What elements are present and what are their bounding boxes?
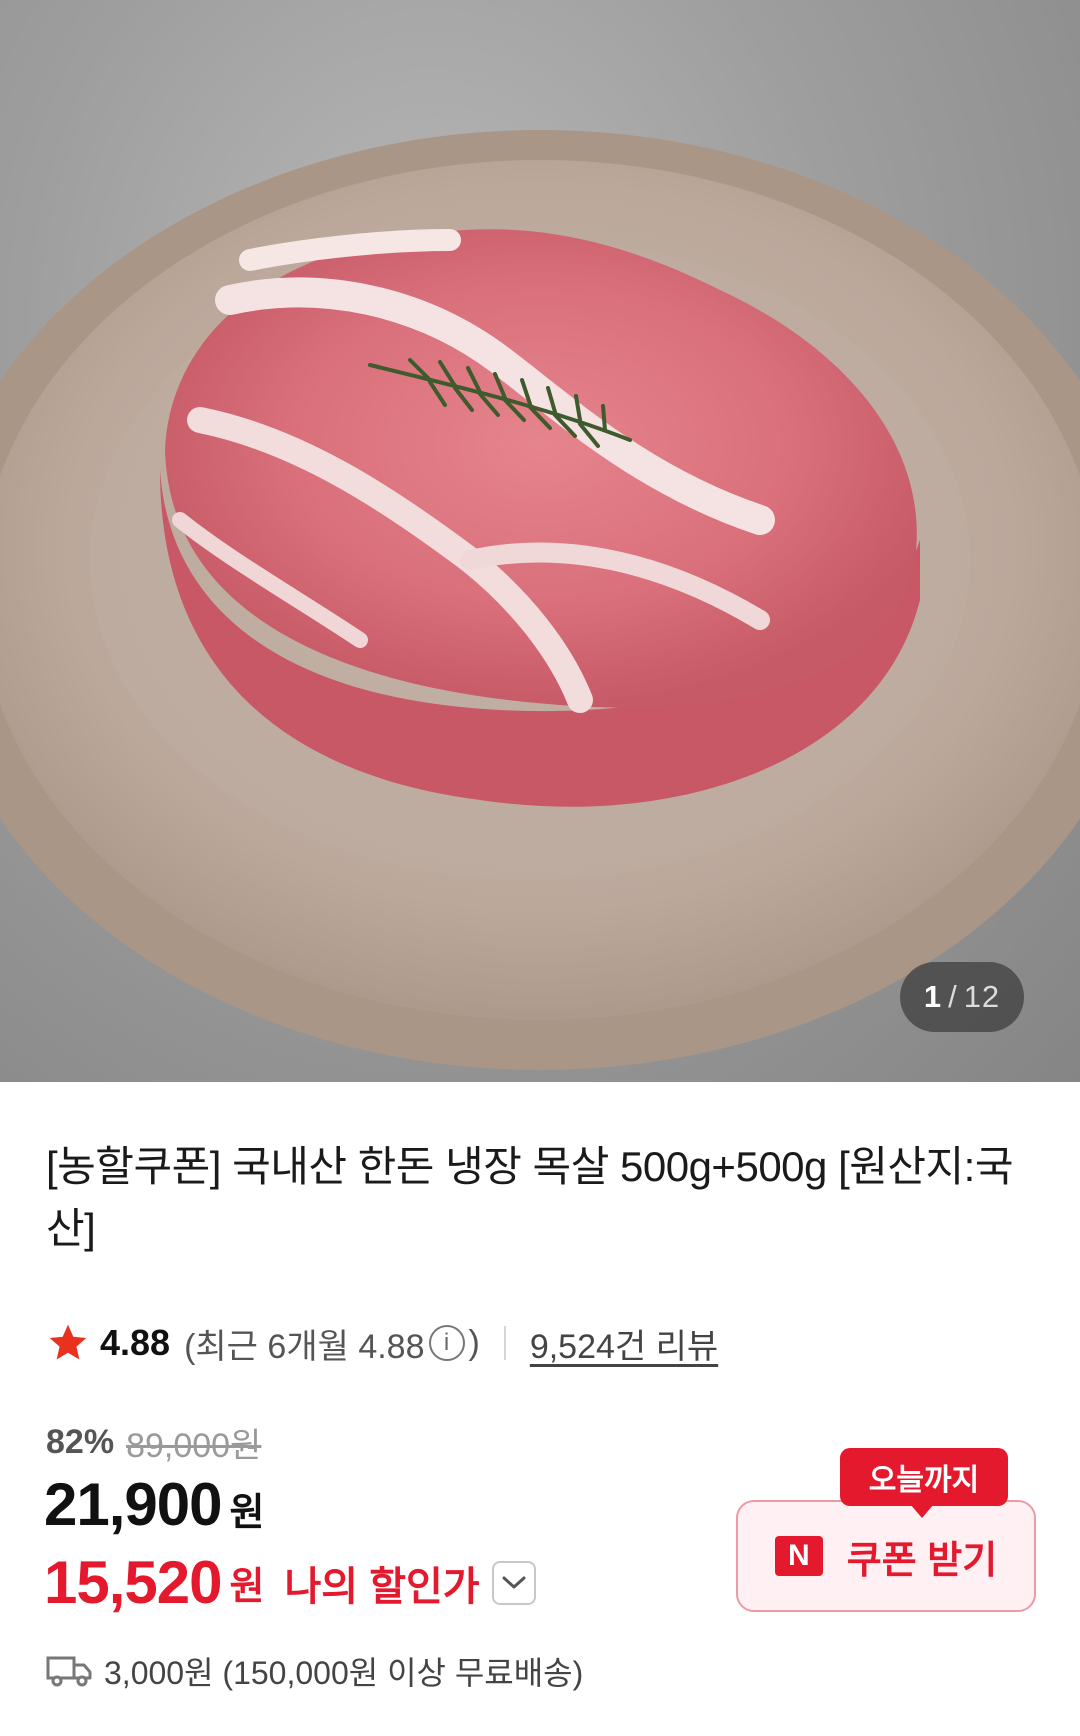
sale-price: 21,900 — [44, 1471, 223, 1538]
image-counter: 1 / 12 — [900, 962, 1024, 1032]
sale-price-row: 21,900 원 — [44, 1470, 264, 1539]
my-discount-currency: 원 — [229, 1566, 265, 1608]
image-counter-total: 12 — [963, 979, 1001, 1014]
review-count-link[interactable]: 9,524건 리뷰 — [530, 1319, 718, 1368]
rating-row: 4.88 (최근 6개월 4.88 i ) 9,524건 리뷰 — [46, 1318, 718, 1368]
sale-price-currency: 원 — [229, 1492, 265, 1534]
original-price: 89,000원 — [126, 1427, 262, 1465]
product-image[interactable]: 1 / 12 — [0, 0, 1080, 1082]
my-discount-label: 나의 할인가 — [284, 1564, 480, 1609]
product-photo — [0, 130, 1080, 1070]
coupon-deadline-badge: 오늘까지 — [840, 1448, 1008, 1518]
product-title: [농할쿠폰] 국내산 한돈 냉장 목살 500g+500g [원산지:국산] — [46, 1143, 1013, 1252]
shipping-text: 3,000원 (150,000원 이상 무료배송) — [104, 1655, 584, 1691]
info-icon[interactable]: i — [428, 1325, 465, 1361]
coupon-button-label: 쿠폰 받기 — [846, 1539, 998, 1582]
price-detail-toggle[interactable] — [491, 1560, 536, 1605]
discount-row: 82% 89,000원 — [46, 1418, 261, 1467]
image-counter-separator: / — [948, 979, 958, 1014]
shipping-info: 3,000원 (150,000원 이상 무료배송) — [46, 1648, 583, 1694]
discount-rate: 82% — [46, 1423, 115, 1461]
naver-logo-icon: N — [774, 1536, 823, 1576]
truck-icon — [46, 1656, 92, 1687]
coupon-area: N 쿠폰 받기 오늘까지 — [736, 1448, 1036, 1612]
recent-rating-text: (최근 6개월 4.88 — [184, 1327, 425, 1366]
coupon-button[interactable]: N 쿠폰 받기 — [736, 1500, 1036, 1612]
star-icon — [49, 1324, 87, 1360]
chevron-down-icon — [502, 1576, 526, 1588]
recent-rating: (최근 6개월 4.88 i ) — [184, 1319, 480, 1368]
recent-rating-close: ) — [468, 1323, 480, 1362]
my-discount-price: 15,520 — [44, 1549, 223, 1616]
rating-score: 4.88 — [100, 1322, 171, 1363]
image-counter-current: 1 — [923, 979, 943, 1014]
my-discount-price-row: 15,520 원 나의 할인가 — [44, 1548, 536, 1617]
rating-divider — [503, 1326, 506, 1360]
